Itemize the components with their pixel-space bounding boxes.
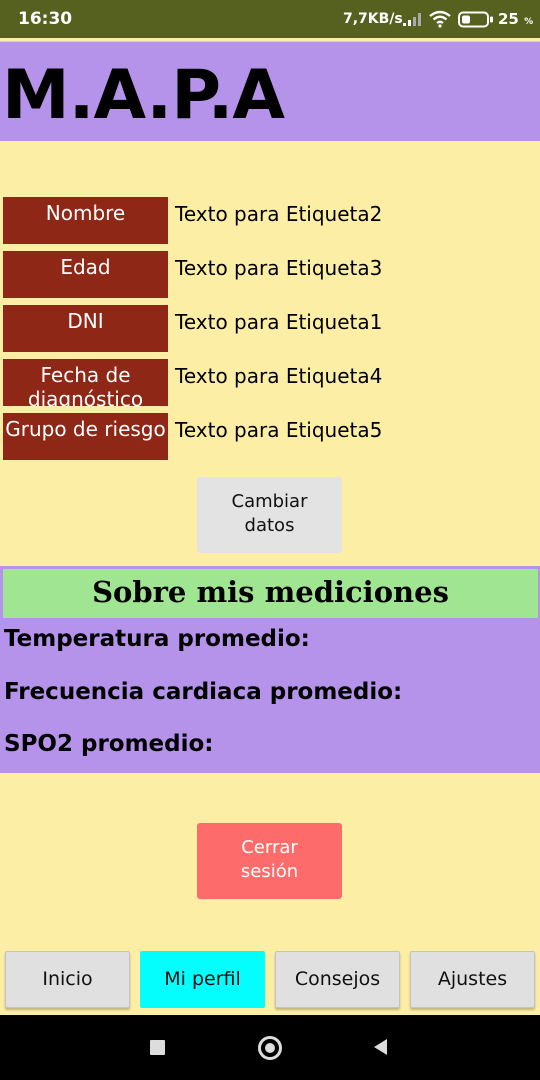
- value-grupo-riesgo: Texto para Etiqueta5: [175, 418, 383, 442]
- measurements-panel: Sobre mis mediciones Temperatura promedi…: [0, 566, 540, 773]
- signal-icon: [403, 13, 421, 26]
- label-fecha-diagnostico: Fecha de diagnóstico: [3, 359, 168, 406]
- recents-icon[interactable]: [150, 1040, 165, 1055]
- label-dni: DNI: [3, 305, 168, 352]
- logout-line2: sesión: [240, 861, 299, 882]
- label-edad: Edad: [3, 251, 168, 298]
- nav-inicio-button[interactable]: Inicio: [5, 951, 130, 1008]
- network-speed: 7,7KB/s: [343, 11, 403, 27]
- app-title: M.A.P.A: [2, 56, 285, 135]
- value-dni: Texto para Etiqueta1: [175, 310, 383, 334]
- temperature-average: Temperatura promedio:: [4, 626, 310, 652]
- spo2-average: SPO2 promedio:: [4, 731, 214, 757]
- label-grupo-riesgo: Grupo de riesgo: [3, 413, 168, 460]
- system-nav-bar: [0, 1015, 540, 1080]
- change-data-button[interactable]: Cambiar datos: [197, 477, 342, 553]
- logout-button[interactable]: Cerrar sesión: [197, 823, 342, 899]
- nav-ajustes-button[interactable]: Ajustes: [410, 951, 535, 1008]
- back-icon[interactable]: [372, 1038, 388, 1056]
- nav-mi-perfil-button[interactable]: Mi perfil: [140, 951, 265, 1008]
- change-data-line2: datos: [244, 515, 295, 536]
- value-fecha-diagnostico: Texto para Etiqueta4: [175, 364, 383, 388]
- value-edad: Texto para Etiqueta3: [175, 256, 383, 280]
- nav-consejos-button[interactable]: Consejos: [275, 951, 400, 1008]
- value-nombre: Texto para Etiqueta2: [175, 202, 383, 226]
- home-icon[interactable]: [258, 1036, 282, 1060]
- app-header: M.A.P.A: [0, 41, 540, 141]
- measurements-title: Sobre mis mediciones: [92, 575, 449, 609]
- status-time: 16:30: [18, 9, 73, 29]
- change-data-line1: Cambiar: [231, 491, 308, 512]
- heart-rate-average: Frecuencia cardiaca promedio:: [4, 679, 403, 705]
- battery-level: 25 %: [498, 10, 534, 28]
- battery-icon: [458, 11, 493, 28]
- wifi-icon: [429, 10, 451, 28]
- logout-line1: Cerrar: [241, 837, 298, 858]
- status-bar: 16:30 7,7KB/s 25 %: [0, 0, 540, 38]
- label-nombre: Nombre: [3, 197, 168, 244]
- measurements-header: Sobre mis mediciones: [3, 569, 538, 618]
